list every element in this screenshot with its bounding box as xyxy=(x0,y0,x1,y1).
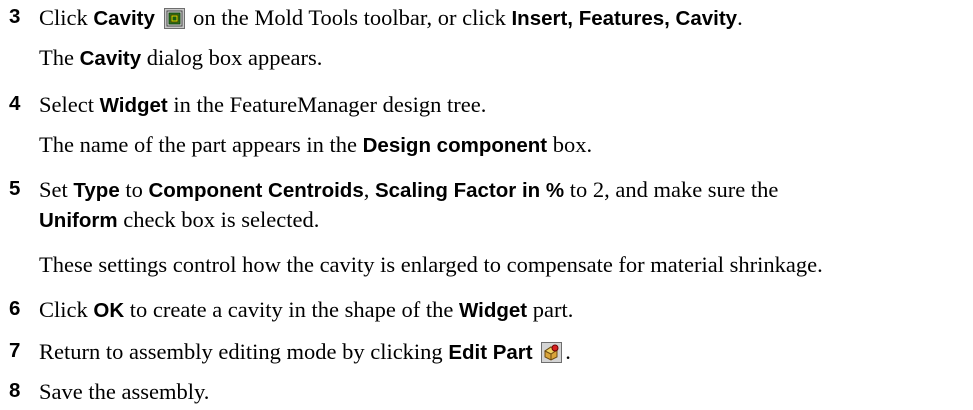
cavity-icon xyxy=(163,8,185,29)
ui-term: Widget xyxy=(99,94,168,117)
ui-term: OK xyxy=(93,299,125,322)
step-5-note: These settings control how the cavity is… xyxy=(39,252,823,277)
edit-part-icon xyxy=(541,342,563,363)
step-text: Return to assembly editing mode by click… xyxy=(39,339,571,364)
step-text: Set Type to Component Centroids, Scaling… xyxy=(39,177,779,202)
ui-term: Design component xyxy=(362,134,548,157)
step-text: Save the assembly. xyxy=(39,379,210,404)
step-text: Select Widget in the FeatureManager desi… xyxy=(39,92,487,117)
step-4-result: The name of the part appears in the Desi… xyxy=(39,132,593,157)
step-number: 6 xyxy=(9,297,21,320)
ui-term: Insert, Features, Cavity xyxy=(511,7,738,30)
ui-term: Cavity xyxy=(93,7,155,30)
ui-term: Edit Part xyxy=(448,341,533,364)
step-text: Click Cavity on the Mold Tools toolbar, … xyxy=(39,5,743,30)
ui-term: Scaling Factor in % xyxy=(374,179,565,202)
ui-term: Widget xyxy=(458,299,528,322)
step-number: 8 xyxy=(9,379,21,402)
step-3-result: The Cavity dialog box appears. xyxy=(39,45,323,70)
step-number: 7 xyxy=(9,339,21,362)
step-5-continuation: Uniform check box is selected. xyxy=(39,207,320,232)
step-number: 3 xyxy=(9,5,21,28)
ui-term: Cavity xyxy=(79,47,142,70)
step-number: 4 xyxy=(9,92,21,115)
step-number: 5 xyxy=(9,177,21,200)
ui-term: Type xyxy=(73,179,120,202)
ui-term: Uniform xyxy=(39,209,118,232)
ui-term: Component Centroids xyxy=(148,179,364,202)
step-text: Click OK to create a cavity in the shape… xyxy=(39,297,574,322)
